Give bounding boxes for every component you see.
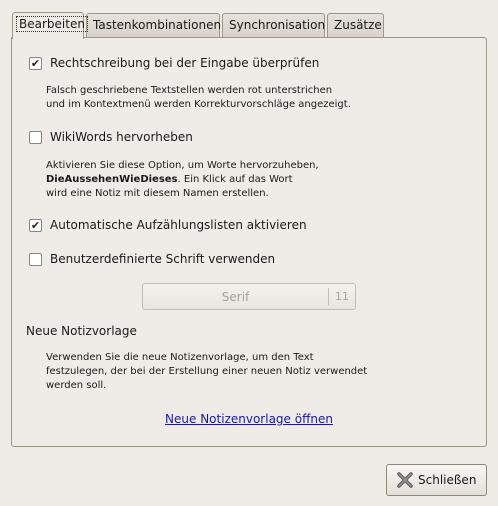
font-name: Serif [221, 289, 250, 304]
wikiwords-label: WikiWords hervorheben [50, 130, 193, 144]
wikiwords-desc-rest: . Ein Klick auf das Wort [177, 174, 293, 185]
template-section-title: Neue Notizvorlage [26, 324, 137, 338]
wikiwords-desc-line: wird eine Notiz mit diesem Namen erstell… [46, 188, 269, 199]
wikiwords-desc-line: Aktivieren Sie diese Option, um Worte he… [46, 160, 319, 171]
customfont-option[interactable]: Benutzerdefinierte Schrift verwenden [29, 252, 275, 266]
tab-zusaetze[interactable]: Zusätze [327, 13, 384, 37]
tab-label: Zusätze [334, 18, 382, 32]
spellcheck-desc-line: und im Kontextmenü werden Korrekturvorsc… [46, 99, 351, 110]
wikiwords-example: DieAussehenWieDieses [46, 174, 178, 185]
template-desc-line: Verwenden Sie die neue Notizenvorlage, u… [46, 352, 314, 363]
tab-tastenkombinationen[interactable]: Tastenkombinationen [86, 13, 222, 37]
template-desc-line: werden soll. [46, 380, 107, 391]
tab-bearbeiten[interactable]: Bearbeiten [12, 12, 88, 39]
preferences-panel: ✔ Rechtschreibung bei der Eingabe überpr… [11, 37, 487, 447]
template-description: Verwenden Sie die neue Notizenvorlage, u… [46, 351, 367, 393]
tab-label: Synchronisation [229, 18, 326, 32]
customfont-label: Benutzerdefinierte Schrift verwenden [50, 252, 276, 266]
tab-synchronisation[interactable]: Synchronisation [222, 13, 325, 37]
wikiwords-desc-line: DieAussehenWieDieses. Ein Klick auf das … [46, 173, 319, 187]
spellcheck-label: Rechtschreibung bei der Eingabe überprüf… [50, 56, 320, 70]
font-size: 11 [335, 290, 349, 303]
spellcheck-description: Falsch geschriebene Textstellen werden r… [46, 84, 351, 112]
wikiwords-checkbox[interactable] [29, 130, 42, 144]
font-picker-button[interactable]: Serif 11 [142, 283, 356, 310]
customfont-checkbox[interactable] [29, 252, 42, 266]
template-desc-line: festzulegen, der bei der Erstellung eine… [46, 366, 368, 377]
spellcheck-checkbox[interactable]: ✔ [29, 56, 42, 70]
spellcheck-desc-line: Falsch geschriebene Textstellen werden r… [46, 85, 333, 96]
close-icon [397, 472, 413, 488]
wikiwords-option[interactable]: WikiWords hervorheben [29, 130, 193, 144]
close-button[interactable]: Schließen [386, 464, 487, 496]
tab-label: Tastenkombinationen [93, 18, 222, 32]
autobullet-option[interactable]: ✔ Automatische Aufzählungslisten aktivie… [29, 218, 307, 232]
open-template-link[interactable]: Neue Notizenvorlage öffnen [12, 412, 486, 426]
tab-label: Bearbeiten [16, 16, 88, 32]
wikiwords-description: Aktivieren Sie diese Option, um Worte he… [46, 159, 319, 201]
close-button-label: Schließen [418, 473, 477, 487]
autobullet-label: Automatische Aufzählungslisten aktiviere… [50, 218, 307, 232]
spellcheck-option[interactable]: ✔ Rechtschreibung bei der Eingabe überpr… [29, 56, 319, 70]
autobullet-checkbox[interactable]: ✔ [29, 218, 42, 232]
